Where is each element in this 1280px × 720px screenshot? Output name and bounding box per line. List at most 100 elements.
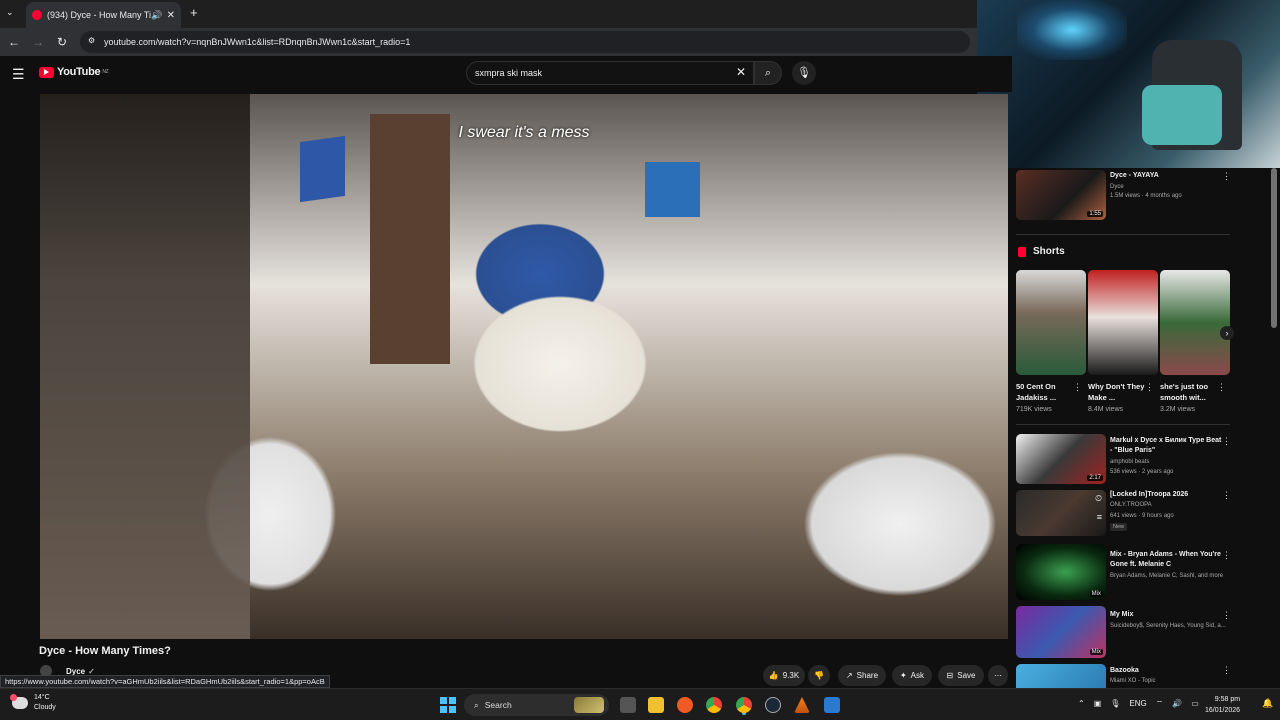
kebab-menu-icon[interactable]: ⋮ (1222, 490, 1231, 501)
video-title[interactable]: Mix - Bryan Adams - When You're Gone ft.… (1110, 550, 1222, 570)
network-tray-icon[interactable]: ▣ (1094, 699, 1102, 709)
file-explorer-icon[interactable] (648, 697, 664, 713)
forward-icon[interactable]: → (26, 35, 50, 49)
browser-tab-bar: ⌄ (934) Dyce - How Many Tim 🔊 ✕ + (0, 0, 977, 28)
temperature: 14°C (34, 694, 50, 701)
url-text: youtube.com/watch?v=nqnBnJWwn1c&list=RDn… (104, 37, 411, 47)
youtube-play-icon (39, 66, 54, 78)
duration-badge: 2:17 (1087, 475, 1103, 481)
page-scrollbar[interactable] (1271, 168, 1277, 328)
video-thumbnail[interactable]: Mix (1016, 544, 1106, 600)
app-icon[interactable] (824, 697, 840, 713)
short-thumbnail[interactable] (1088, 270, 1158, 375)
chrome-active-icon[interactable] (736, 697, 752, 713)
back-icon[interactable]: ← (2, 35, 26, 49)
brave-browser-icon[interactable] (677, 697, 693, 713)
video-title[interactable]: Bazooka (1110, 666, 1222, 676)
short-views: 8.4M views (1088, 406, 1124, 413)
like-button[interactable]: 👍 9.3K (763, 665, 805, 686)
kebab-menu-icon[interactable]: ⋮ (1222, 665, 1231, 676)
chrome-icon[interactable] (706, 697, 722, 713)
dislike-button[interactable]: 👎 (808, 665, 830, 686)
video-title[interactable]: [Locked In]Troopa 2026 (1110, 490, 1222, 500)
watch-later-icon[interactable]: ⏲ (1095, 493, 1102, 504)
taskbar-search-label: Search (484, 700, 512, 710)
address-bar[interactable]: ⚙ youtube.com/watch?v=nqnBnJWwn1c&list=R… (80, 31, 970, 53)
kebab-menu-icon[interactable]: ⋮ (1073, 382, 1082, 393)
browser-toolbar: ← → ↻ ⚙ youtube.com/watch?v=nqnBnJWwn1c&… (0, 28, 977, 56)
video-title[interactable]: My Mix (1110, 610, 1222, 620)
short-thumbnail[interactable] (1016, 270, 1086, 375)
kebab-menu-icon[interactable]: ⋮ (1222, 171, 1231, 182)
video-thumbnail[interactable]: 2:17 (1016, 434, 1106, 484)
like-count: 9.3K (782, 671, 800, 680)
steam-icon[interactable] (765, 697, 781, 713)
add-to-queue-icon[interactable]: ≡ (1097, 512, 1102, 522)
channel-name[interactable]: Bryan Adams, Melanie C, Sashl, and more (1110, 572, 1230, 581)
ask-button[interactable]: ✦ Ask (892, 665, 932, 686)
save-button[interactable]: ⊟ Save (938, 665, 984, 686)
divider (1016, 234, 1230, 235)
short-title[interactable]: 50 Cent On Jadakiss ... (1016, 381, 1074, 403)
kebab-menu-icon[interactable]: ⋮ (1222, 550, 1231, 561)
browser-tab[interactable]: (934) Dyce - How Many Tim 🔊 ✕ (26, 2, 181, 28)
close-tab-icon[interactable]: ✕ (167, 10, 175, 21)
volume-icon[interactable]: 🔊 (1172, 699, 1182, 709)
share-button[interactable]: ↗ Share (838, 665, 886, 686)
search-button[interactable]: ⌕ (754, 61, 782, 85)
channel-name[interactable]: Miami XO - Topic (1110, 677, 1156, 686)
thumbs-up-icon: 👍 (768, 671, 779, 680)
share-label: Share (856, 671, 879, 680)
video-thumbnail[interactable]: Mix (1016, 606, 1106, 658)
youtube-logo[interactable]: YouTube NZ (39, 66, 109, 78)
bookmark-icon: ⊟ (946, 671, 954, 680)
shorts-heading: Shorts (1018, 246, 1065, 257)
kebab-menu-icon[interactable]: ⋮ (1222, 436, 1231, 447)
battery-icon[interactable]: ▭ (1191, 699, 1199, 709)
kebab-menu-icon[interactable]: ⋮ (1145, 382, 1154, 393)
clock[interactable]: 9:58 pm 16/01/2026 (1205, 694, 1240, 716)
notification-bell-icon[interactable]: 🔔 (1262, 698, 1273, 709)
video-player[interactable]: I swear it's a mess (40, 94, 1008, 639)
wifi-icon[interactable]: ⌔ (1156, 699, 1164, 709)
kebab-menu-icon[interactable]: ⋮ (1217, 382, 1226, 393)
kebab-menu-icon[interactable]: ⋮ (1222, 610, 1231, 621)
site-info-icon[interactable]: ⚙ (88, 36, 95, 45)
language-indicator[interactable]: ENG (1129, 699, 1146, 709)
video-title[interactable]: Markul x Dyce x Билик Type Beat - "Blue … (1110, 436, 1222, 456)
short-title[interactable]: Why Don't They Make ... (1088, 381, 1146, 403)
pillow (1142, 85, 1222, 145)
vlc-icon[interactable] (794, 697, 810, 713)
task-view-icon[interactable] (620, 697, 636, 713)
new-tab-icon[interactable]: + (190, 5, 198, 20)
channel-name[interactable]: Dyce (1110, 183, 1124, 192)
weather-condition: Cloudy (34, 704, 56, 711)
video-thumbnail[interactable]: ⏲ ≡ (1016, 490, 1106, 536)
channel-name[interactable]: Suicideboy$, Serenity Haes, Young Sid, a… (1110, 622, 1230, 631)
search-input[interactable]: sxmpra ski mask (466, 61, 754, 85)
link-status-bar: https://www.youtube.com/watch?v=aGHmUb2i… (0, 675, 330, 688)
video-title[interactable]: Dyce - YAYAYA (1110, 171, 1220, 181)
short-title[interactable]: she's just too smooth wit... (1160, 381, 1218, 403)
start-button[interactable] (440, 697, 456, 713)
thumbs-down-icon: 👎 (814, 671, 824, 680)
shorts-next-icon[interactable]: › (1220, 326, 1234, 340)
clear-search-icon[interactable]: ✕ (736, 65, 746, 79)
reload-icon[interactable]: ↻ (50, 35, 74, 49)
show-hidden-icons[interactable]: ⌃ (1078, 699, 1085, 709)
video-thumbnail[interactable] (1016, 664, 1106, 688)
channel-name[interactable]: ONLY.TROOPA (1110, 501, 1152, 510)
mic-tray-icon[interactable]: 🎙 (1110, 699, 1120, 709)
taskbar-search[interactable]: ⌕ Search (464, 694, 609, 716)
hamburger-menu-icon[interactable]: ☰ (12, 66, 25, 83)
logo-text: YouTube (57, 66, 101, 78)
channel-name[interactable]: amphobi beats (1110, 458, 1149, 467)
voice-search-button[interactable]: 🎙 (792, 61, 816, 85)
video-thumbnail[interactable]: 1:55 (1016, 170, 1106, 220)
weather-widget[interactable]: 14°C Cloudy (10, 693, 56, 713)
tab-list-icon[interactable]: ⌄ (6, 7, 14, 18)
short-thumbnail[interactable] (1160, 270, 1230, 375)
mix-badge: Mix (1089, 591, 1103, 597)
more-actions-button[interactable]: ⋯ (988, 665, 1008, 686)
duration-badge: 1:55 (1087, 211, 1103, 217)
